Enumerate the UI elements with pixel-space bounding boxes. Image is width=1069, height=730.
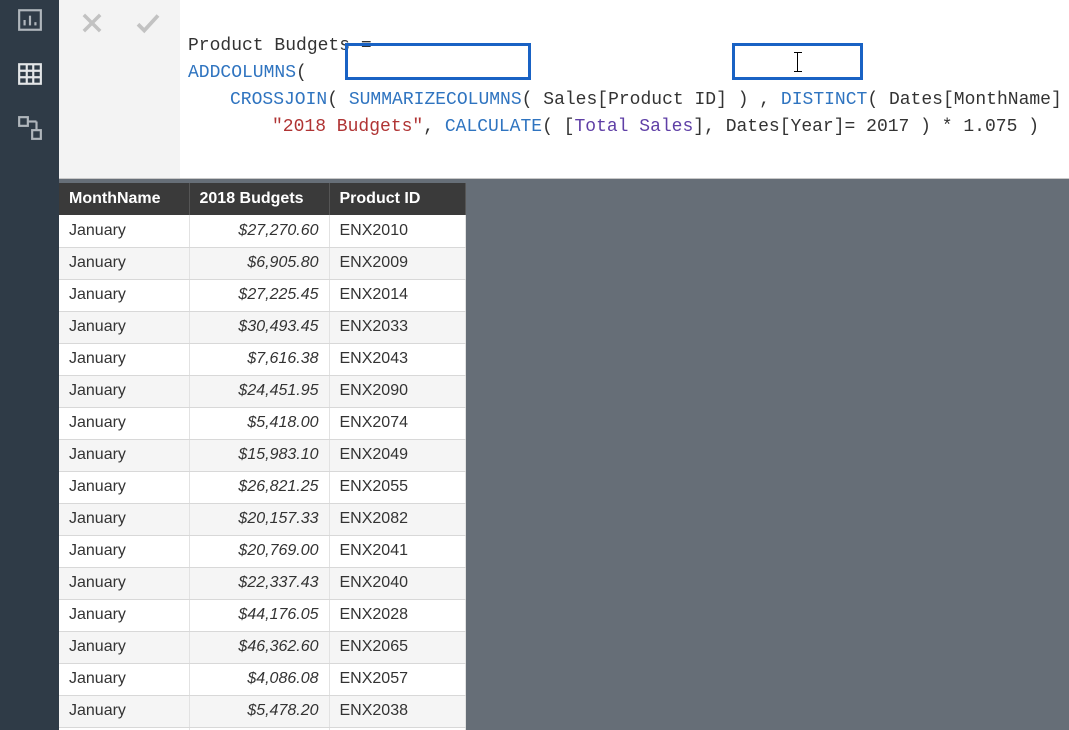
table-row[interactable]: January$22,337.43ENX2040 xyxy=(59,567,465,599)
cell-monthname: January xyxy=(59,503,189,535)
cell-budget: $46,362.60 xyxy=(189,631,329,663)
table-row[interactable]: January$7,616.38ENX2043 xyxy=(59,343,465,375)
formula-controls xyxy=(59,0,180,178)
cell-productid: ENX2057 xyxy=(329,663,465,695)
ref-dates-year: Dates[Year] xyxy=(726,117,845,137)
table-row[interactable]: January$46,362.60ENX2065 xyxy=(59,631,465,663)
cell-budget: $20,157.33 xyxy=(189,503,329,535)
table-row[interactable]: January$15,983.10ENX2049 xyxy=(59,439,465,471)
cell-productid: ENX2043 xyxy=(329,343,465,375)
cell-monthname: January xyxy=(59,439,189,471)
results-table[interactable]: MonthName 2018 Budgets Product ID Januar… xyxy=(59,183,466,730)
cell-budget: $5,478.20 xyxy=(189,695,329,727)
cell-productid: ENX2033 xyxy=(329,311,465,343)
cell-monthname: January xyxy=(59,599,189,631)
cell-monthname: January xyxy=(59,247,189,279)
cell-productid: ENX2009 xyxy=(329,247,465,279)
table-row[interactable]: January$44,176.05ENX2028 xyxy=(59,599,465,631)
cell-budget: $6,905.80 xyxy=(189,247,329,279)
cell-budget: $44,176.05 xyxy=(189,599,329,631)
report-canvas[interactable]: MonthName 2018 Budgets Product ID Januar… xyxy=(59,179,1069,730)
cell-productid: ENX2065 xyxy=(329,631,465,663)
table-row[interactable]: January$30,493.45ENX2033 xyxy=(59,311,465,343)
cell-budget: $26,821.25 xyxy=(189,471,329,503)
cell-budget: $22,337.43 xyxy=(189,567,329,599)
view-navbar xyxy=(0,0,59,730)
header-2018budgets[interactable]: 2018 Budgets xyxy=(189,183,329,215)
header-productid[interactable]: Product ID xyxy=(329,183,465,215)
cell-monthname: January xyxy=(59,567,189,599)
cell-budget: $4,086.08 xyxy=(189,663,329,695)
commit-formula-button[interactable] xyxy=(126,4,170,42)
ref-dates-monthname: Dates[MonthName] xyxy=(889,90,1062,110)
cell-budget: $27,225.45 xyxy=(189,279,329,311)
cell-productid: ENX2041 xyxy=(329,535,465,567)
cell-monthname: January xyxy=(59,343,189,375)
table-row[interactable]: January$27,270.60ENX2010 xyxy=(59,215,465,247)
cell-productid: ENX2074 xyxy=(329,407,465,439)
dax-formula-editor[interactable]: Product Budgets = ADDCOLUMNS( CROSSJOIN(… xyxy=(180,0,1069,178)
cell-productid: ENX2028 xyxy=(329,599,465,631)
kw-crossjoin: CROSSJOIN xyxy=(230,90,327,110)
report-view-icon[interactable] xyxy=(15,5,45,35)
cell-monthname: January xyxy=(59,375,189,407)
cell-budget: $27,270.60 xyxy=(189,215,329,247)
ref-total-sales: Total Sales xyxy=(574,117,693,137)
cell-monthname: January xyxy=(59,279,189,311)
cell-budget: $24,451.95 xyxy=(189,375,329,407)
table-row[interactable]: January$26,821.25ENX2055 xyxy=(59,471,465,503)
formula-line-1: Product Budgets = xyxy=(188,36,372,56)
cell-budget: $5,418.00 xyxy=(189,407,329,439)
val-multiplier: 1.075 xyxy=(963,117,1017,137)
table-row[interactable]: January$5,478.20ENX2038 xyxy=(59,695,465,727)
cell-budget: $30,493.45 xyxy=(189,311,329,343)
cell-monthname: January xyxy=(59,535,189,567)
model-view-icon[interactable] xyxy=(15,113,45,143)
table-header-row: MonthName 2018 Budgets Product ID xyxy=(59,183,465,215)
cell-productid: ENX2082 xyxy=(329,503,465,535)
kw-distinct: DISTINCT xyxy=(781,90,867,110)
table-row[interactable]: January$27,225.45ENX2014 xyxy=(59,279,465,311)
cancel-formula-button[interactable] xyxy=(70,4,114,42)
cell-monthname: January xyxy=(59,631,189,663)
cell-productid: ENX2049 xyxy=(329,439,465,471)
cell-monthname: January xyxy=(59,471,189,503)
table-row[interactable]: January$5,418.00ENX2074 xyxy=(59,407,465,439)
cell-productid: ENX2010 xyxy=(329,215,465,247)
cell-monthname: January xyxy=(59,695,189,727)
cell-productid: ENX2040 xyxy=(329,567,465,599)
table-row[interactable]: January$20,157.33ENX2082 xyxy=(59,503,465,535)
cell-budget: $15,983.10 xyxy=(189,439,329,471)
cell-monthname: January xyxy=(59,407,189,439)
cell-budget: $20,769.00 xyxy=(189,535,329,567)
cell-productid: ENX2055 xyxy=(329,471,465,503)
cell-productid: ENX2038 xyxy=(329,695,465,727)
kw-summarizecolumns: SUMMARIZECOLUMNS xyxy=(349,90,522,110)
formula-bar: Product Budgets = ADDCOLUMNS( CROSSJOIN(… xyxy=(59,0,1069,179)
cell-budget: $7,616.38 xyxy=(189,343,329,375)
cell-monthname: January xyxy=(59,663,189,695)
data-view-icon[interactable] xyxy=(15,59,45,89)
table-row[interactable]: January$20,769.00ENX2041 xyxy=(59,535,465,567)
cell-monthname: January xyxy=(59,215,189,247)
table-row[interactable]: January$6,905.80ENX2009 xyxy=(59,247,465,279)
cell-monthname: January xyxy=(59,311,189,343)
kw-addcolumns: ADDCOLUMNS xyxy=(188,63,296,83)
kw-calculate: CALCULATE xyxy=(445,117,542,137)
table-row[interactable]: January$4,086.08ENX2057 xyxy=(59,663,465,695)
table-row[interactable]: January$24,451.95ENX2090 xyxy=(59,375,465,407)
cell-productid: ENX2090 xyxy=(329,375,465,407)
cell-productid: ENX2014 xyxy=(329,279,465,311)
val-year: 2017 xyxy=(866,117,909,137)
str-budgets: "2018 Budgets" xyxy=(272,117,423,137)
header-monthname[interactable]: MonthName xyxy=(59,183,189,215)
ref-sales-productid: Sales[Product ID] xyxy=(543,90,727,110)
